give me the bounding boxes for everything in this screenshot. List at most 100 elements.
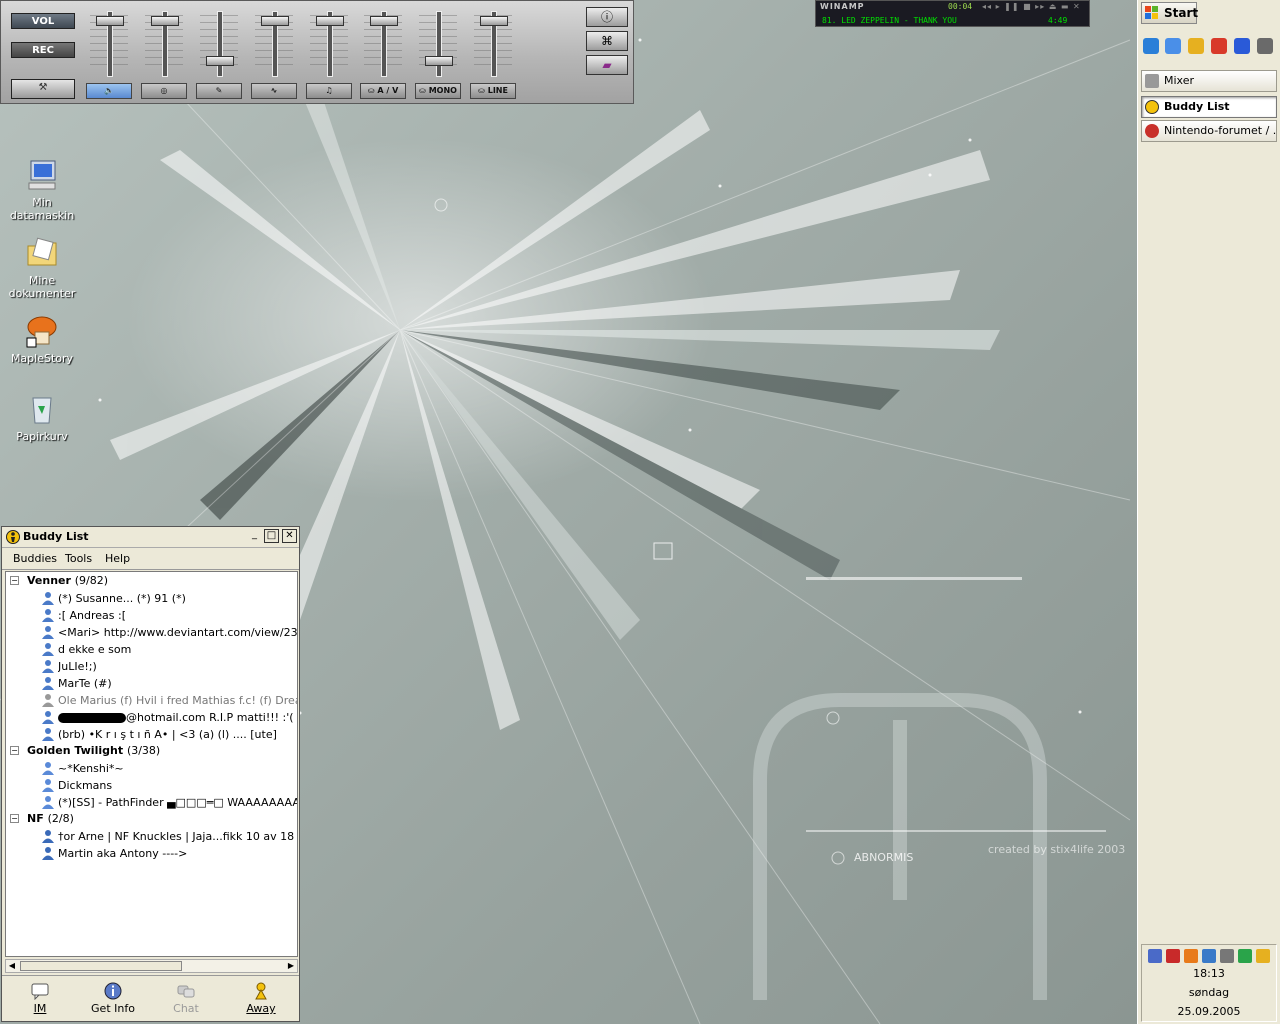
buddy-name: <Mari> http://www.deviantart.com/view/23…: [58, 626, 297, 639]
buddy-row[interactable]: d ekke e som: [6, 641, 297, 658]
buddy-row[interactable]: (brb) •K r ı ş t ı ñ A• | <3 (a) (l) ...…: [6, 726, 297, 743]
collapse-icon[interactable]: −: [10, 576, 19, 585]
firewall-icon[interactable]: [1184, 949, 1198, 963]
winamp-controls[interactable]: ◂◂ ▸ ❚❚ ■ ▸▸ ⏏ ▬ ✕: [982, 2, 1081, 11]
menu-buddies[interactable]: Buddies: [13, 552, 57, 565]
desktop-icon-my-computer[interactable]: Min datamaskin: [3, 158, 81, 222]
desktop-icon-label: Papirkurv: [16, 430, 68, 443]
menu-help[interactable]: Help: [105, 552, 130, 565]
buddy-row[interactable]: Martin aka Antony ---->: [6, 845, 297, 862]
buddy-name-text: (*) Susanne... (*) 91 (*): [58, 592, 186, 605]
away-button[interactable]: Away: [233, 980, 289, 1020]
buddy-row[interactable]: Ole Marius (f) Hvil i fred Mathias f.c! …: [6, 692, 297, 709]
buddy-row[interactable]: JuLIe!;): [6, 658, 297, 675]
slider-knob[interactable]: [370, 15, 398, 26]
slider-knob[interactable]: [206, 56, 234, 66]
channel-slider[interactable]: ⛀ A / V: [360, 5, 406, 99]
buddy-name: MarTe (#): [58, 677, 297, 690]
slider-knob[interactable]: [425, 56, 453, 66]
im-button[interactable]: IM: [12, 980, 68, 1020]
antivirus-icon[interactable]: [1166, 949, 1180, 963]
devices-button[interactable]: ⌘: [586, 31, 628, 51]
channel-slider[interactable]: ♫: [306, 5, 352, 99]
slider-knob[interactable]: [316, 15, 344, 26]
task-buddy-list[interactable]: Buddy List: [1141, 96, 1277, 118]
start-label: Start: [1164, 6, 1199, 20]
horizontal-scrollbar[interactable]: ◀ ▶: [5, 959, 298, 973]
slider-knob[interactable]: [151, 15, 179, 26]
channel-slider[interactable]: ⛀ LINE: [470, 5, 516, 99]
channel-label[interactable]: ♫: [306, 83, 352, 99]
winamp-windowshade[interactable]: WINAMP 00:04 ◂◂ ▸ ❚❚ ■ ▸▸ ⏏ ▬ ✕ 81. LED …: [815, 0, 1090, 27]
channel-slider[interactable]: ∿: [251, 5, 297, 99]
buddy-row[interactable]: (*) Susanne... (*) 91 (*): [6, 590, 297, 607]
channel-label[interactable]: ⛀ MONO: [415, 83, 461, 99]
aim-ql-icon[interactable]: [1211, 38, 1227, 54]
help-button[interactable]: ▰: [586, 55, 628, 75]
desktop-icon[interactable]: [1165, 38, 1181, 54]
scrollbar-thumb[interactable]: [20, 961, 182, 971]
rec-button[interactable]: REC: [11, 42, 75, 58]
safely-remove-icon[interactable]: [1202, 949, 1216, 963]
task-mixer[interactable]: Mixer: [1141, 70, 1277, 92]
ie-icon[interactable]: [1143, 38, 1159, 54]
channel-label[interactable]: ⛀ LINE: [470, 83, 516, 99]
task-browser[interactable]: Nintendo-forumet / ...: [1141, 120, 1277, 142]
chat-button[interactable]: Chat: [158, 980, 214, 1020]
slider-knob[interactable]: [480, 15, 508, 26]
channel-label[interactable]: ∿: [251, 83, 297, 99]
channel-slider[interactable]: 🔈: [86, 5, 132, 99]
scroll-right-icon[interactable]: ▶: [285, 960, 297, 972]
volume-tray-icon[interactable]: [1220, 949, 1234, 963]
media-player-icon[interactable]: [1234, 38, 1250, 54]
channel-slider[interactable]: ✎: [196, 5, 242, 99]
buddy-person-icon: [42, 626, 54, 639]
signal-icon[interactable]: [1238, 949, 1252, 963]
maximize-button[interactable]: □: [264, 529, 279, 543]
channel-label[interactable]: ◎: [141, 83, 187, 99]
channel-label[interactable]: ✎: [196, 83, 242, 99]
minimize-button[interactable]: _: [247, 529, 262, 543]
channel-slider[interactable]: ◎: [141, 5, 187, 99]
get-info-button[interactable]: Get Info: [85, 980, 141, 1020]
channel-slider[interactable]: ⛀ MONO: [415, 5, 461, 99]
buddy-row[interactable]: :[ Andreas :[: [6, 607, 297, 624]
winamp-ql-icon[interactable]: [1188, 38, 1204, 54]
buddy-row[interactable]: †or Arne | NF Knuckles | Jaja...fikk 10 …: [6, 828, 297, 845]
channel-label[interactable]: 🔈: [86, 83, 132, 99]
info-button[interactable]: ⓘ: [586, 7, 628, 27]
buddy-row[interactable]: Dickmans: [6, 777, 297, 794]
buddy-row[interactable]: (*)[SS] - PathFinder ▄□□□═□ WAAAAAAAAAA: [6, 794, 297, 811]
winamp-tray-icon[interactable]: [1256, 949, 1270, 963]
close-button[interactable]: ✕: [282, 529, 297, 543]
desktop-icon-my-documents[interactable]: Mine dokumenter: [3, 236, 81, 300]
desktop-icon-maplestory[interactable]: MapleStory: [3, 314, 81, 365]
buddy-name: :[ Andreas :[: [58, 609, 297, 622]
speaker-icon: 🔈: [104, 86, 114, 95]
slider-track[interactable]: [217, 11, 223, 77]
buddy-row[interactable]: MarTe (#): [6, 675, 297, 692]
slider-knob[interactable]: [261, 15, 289, 26]
buddy-list-titlebar[interactable]: Buddy List _ □ ✕: [2, 527, 299, 548]
start-button[interactable]: Start: [1141, 2, 1199, 24]
channel-label[interactable]: ⛀ A / V: [360, 83, 406, 99]
slider-track[interactable]: [436, 11, 442, 77]
channel-label-text: MONO: [428, 86, 457, 95]
slider-knob[interactable]: [96, 15, 124, 26]
network-icon[interactable]: [1148, 949, 1162, 963]
chat-icon: [177, 982, 195, 1000]
vol-button[interactable]: VOL: [11, 13, 75, 29]
collapse-icon[interactable]: −: [10, 746, 19, 755]
mixer-settings-button[interactable]: ⚒: [11, 79, 75, 99]
clock-date: 25.09.2005: [1177, 1005, 1241, 1018]
desktop-icon-recycle-bin[interactable]: Papirkurv: [3, 392, 81, 443]
volume-mixer-window: VOL REC ⚒ 🔈 ◎ ✎ ∿ ♫ ⛀ A / V ⛀ MONO ⛀ LINE ⓘ ⌘ ▰: [0, 0, 634, 104]
clock-time[interactable]: 18:13: [1142, 967, 1276, 980]
buddy-row[interactable]: @hotmail.com R.I.P matti!!! :'( (: [6, 709, 297, 726]
buddy-row[interactable]: ~*Kenshi*~: [6, 760, 297, 777]
scroll-left-icon[interactable]: ◀: [6, 960, 18, 972]
msn-icon[interactable]: [1257, 38, 1273, 54]
collapse-icon[interactable]: −: [10, 814, 19, 823]
menu-tools[interactable]: Tools: [65, 552, 92, 565]
buddy-row[interactable]: <Mari> http://www.deviantart.com/view/23…: [6, 624, 297, 641]
